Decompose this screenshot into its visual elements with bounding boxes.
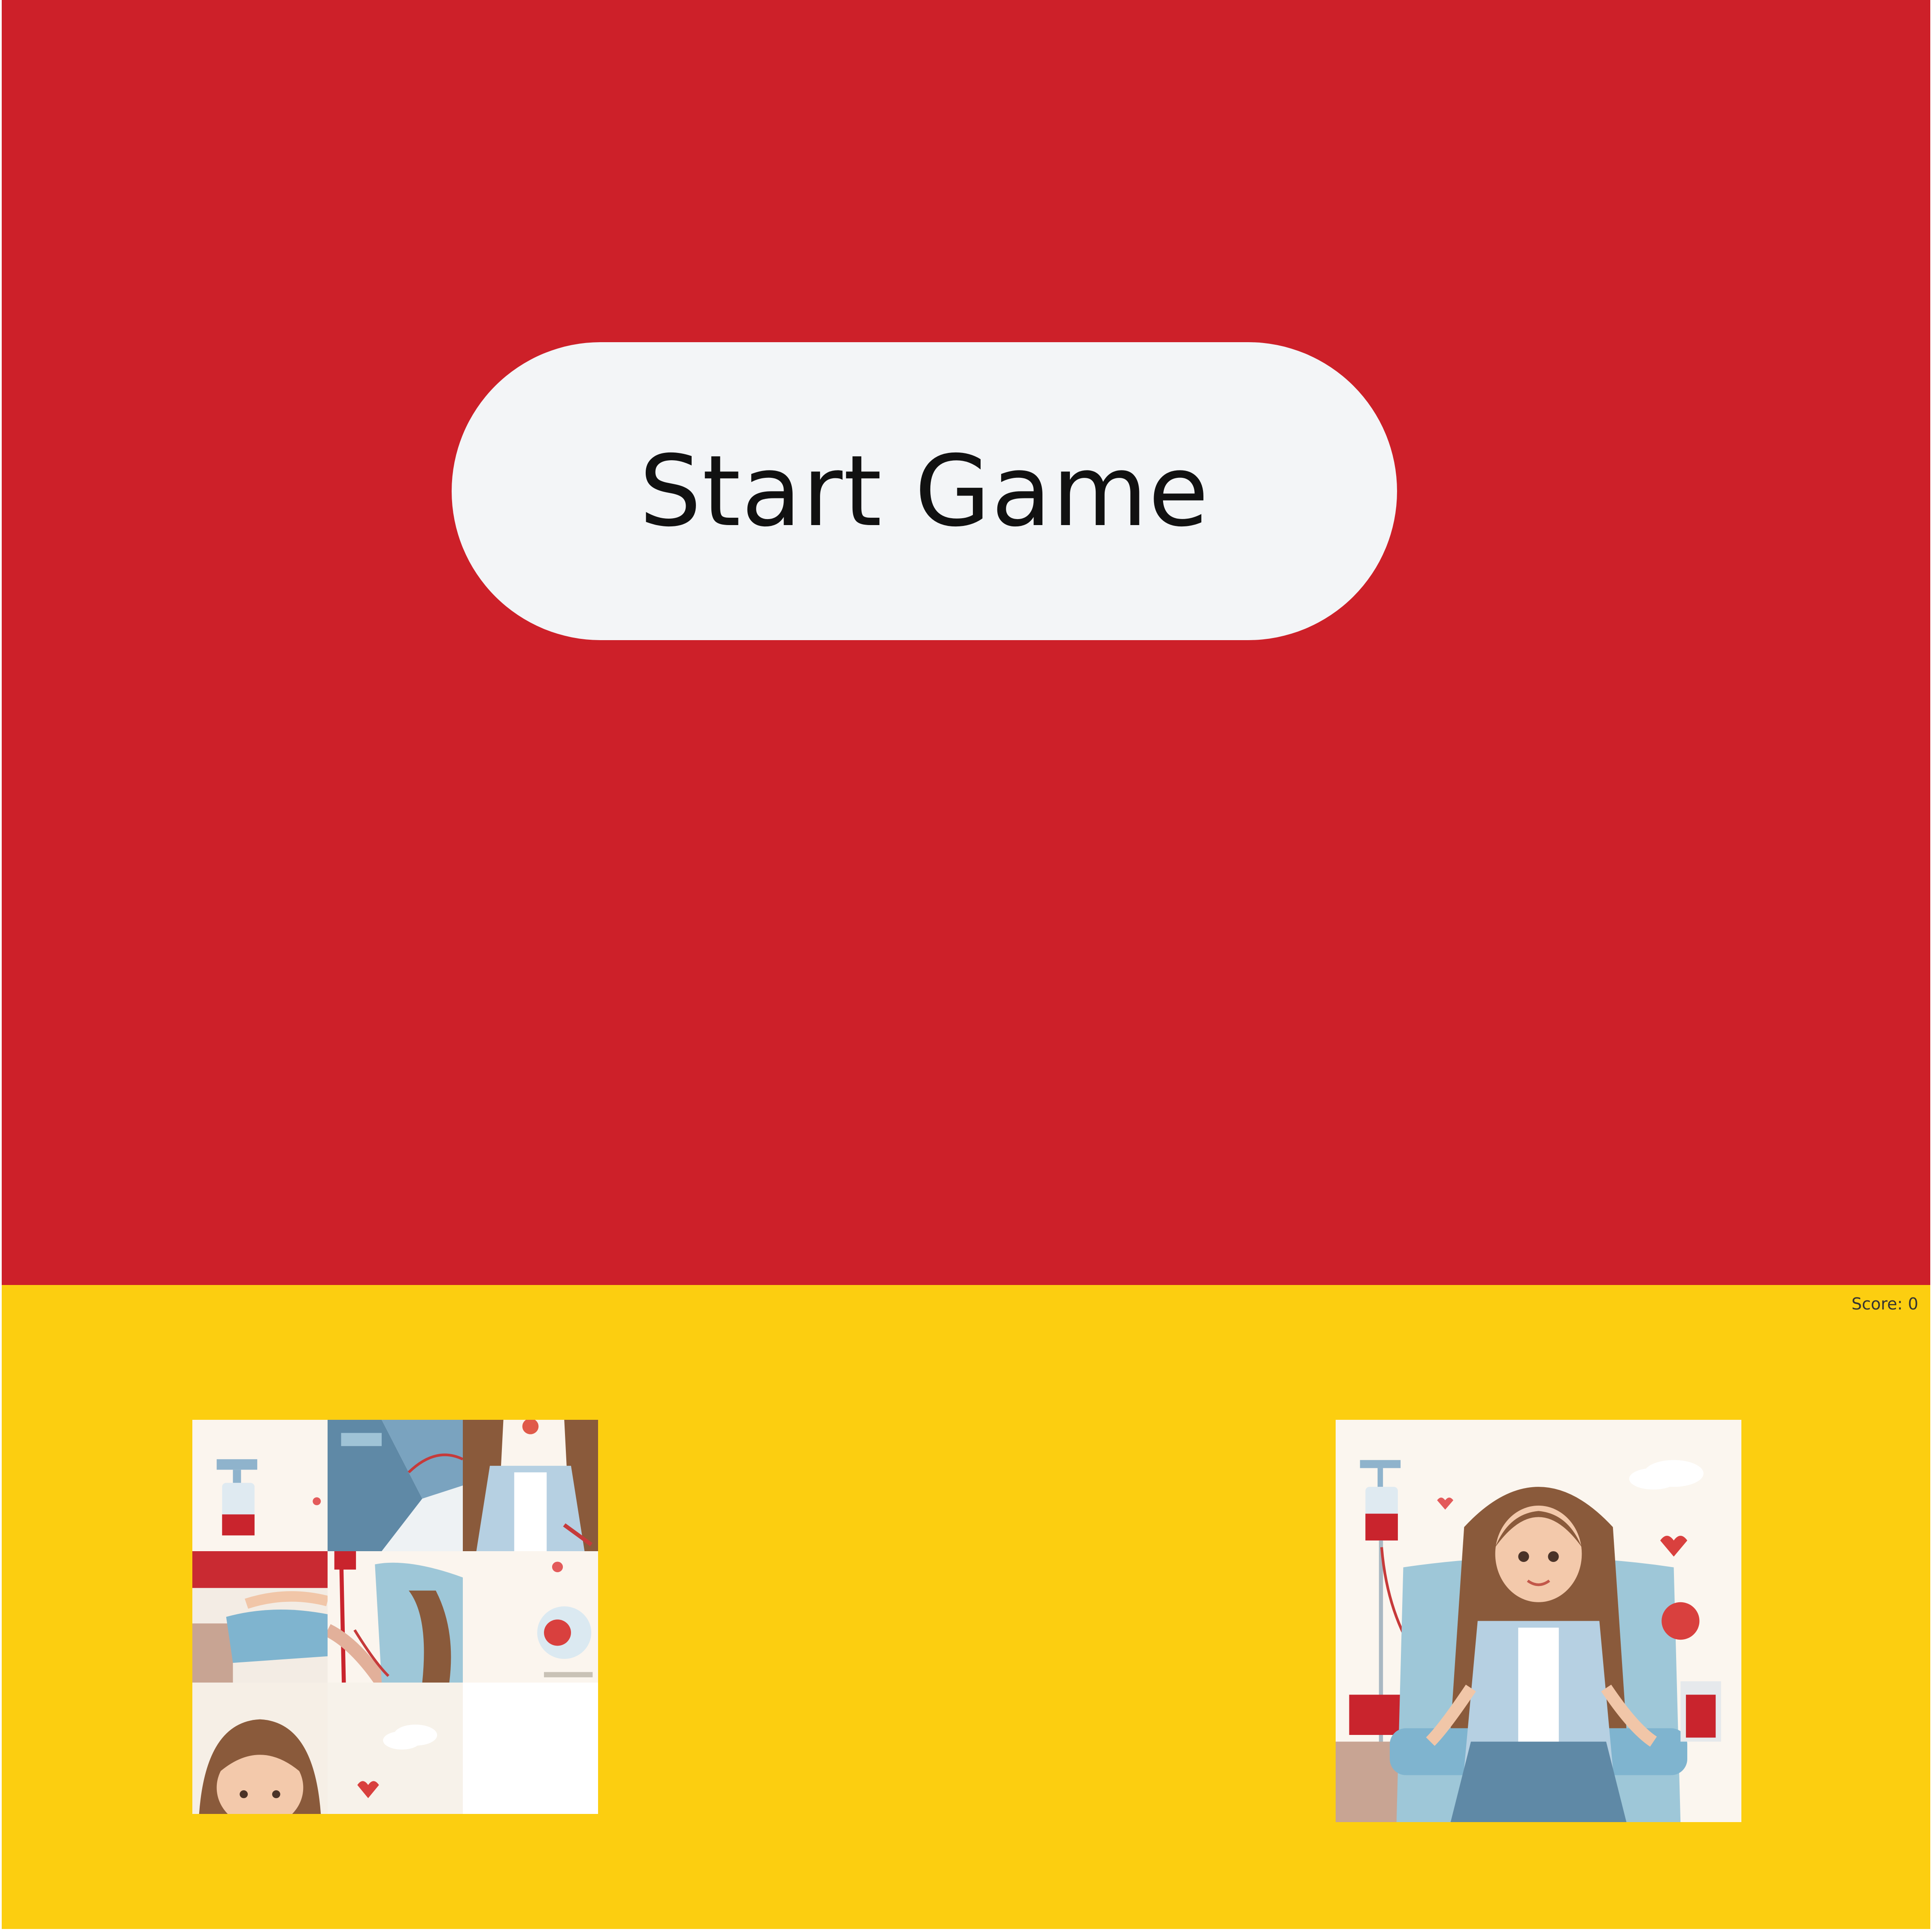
puzzle-board [192,1420,598,1814]
puzzle-tile[interactable] [192,1551,328,1683]
score-display: Score: 0 [1851,1294,1918,1313]
puzzle-tile[interactable] [328,1420,463,1551]
puzzle-tile[interactable] [192,1420,328,1551]
score-label: Score: [1851,1294,1903,1313]
reference-image [1336,1420,1741,1822]
game-area-panel: Score: 0 [2,1285,1930,1929]
puzzle-blank-tile[interactable] [463,1683,598,1814]
start-game-button[interactable]: Start Game [452,342,1397,640]
puzzle-tile[interactable] [463,1420,598,1551]
puzzle-tile[interactable] [192,1683,328,1814]
score-value: 0 [1908,1294,1918,1313]
puzzle-tile[interactable] [328,1683,463,1814]
puzzle-tile[interactable] [328,1551,463,1683]
game-intro-panel: Start Game [2,0,1930,1285]
puzzle-tile[interactable] [463,1551,598,1683]
